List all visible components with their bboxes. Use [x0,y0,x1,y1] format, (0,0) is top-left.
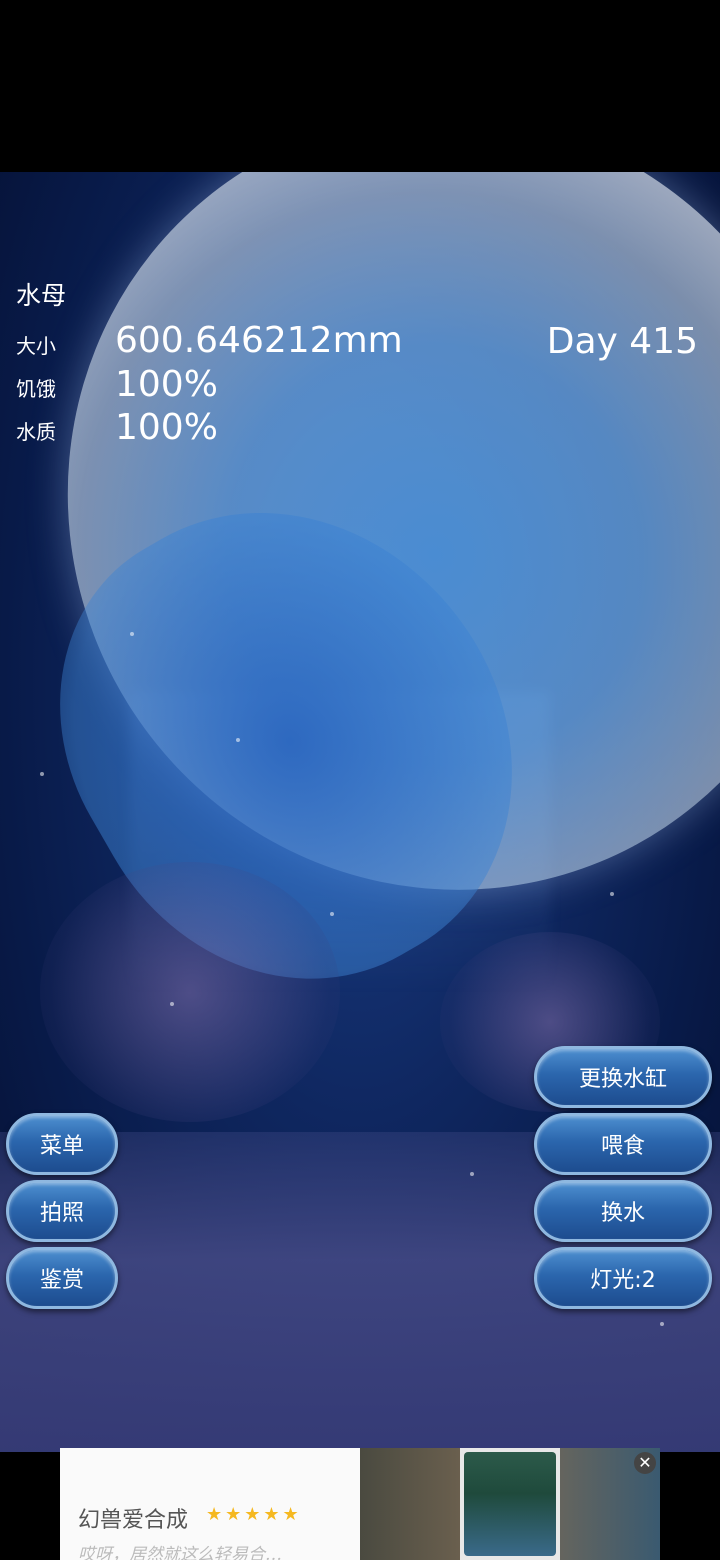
ad-banner[interactable]: 幻兽爱合成 ★★★★★ 哎呀，居然就这么轻易合… ✕ [60,1448,660,1560]
hunger-value: 100% [115,364,218,405]
coral-left [40,862,340,1122]
size-value: 600.646212mm [115,320,403,361]
ad-text-panel[interactable]: 幻兽爱合成 ★★★★★ 哎呀，居然就这么轻易合… [60,1448,360,1560]
day-counter: Day 415 [546,321,698,362]
close-icon[interactable]: ✕ [634,1452,656,1474]
bubble [330,912,334,916]
appreciate-button[interactable]: 鉴赏 [6,1247,118,1309]
pet-name: 水母 [16,281,67,310]
bubble [660,1322,664,1326]
status-bar-area [0,0,720,172]
bubble [236,738,240,742]
ad-title: 幻兽爱合成 [78,1508,189,1533]
ad-image[interactable] [360,1448,660,1560]
hunger-label: 饥饿 [16,377,56,401]
bubble [470,1172,474,1176]
water-quality-label: 水质 [16,420,56,444]
light-button[interactable]: 灯光:2 [534,1247,712,1309]
ad-subtitle: 哎呀，居然就这么轻易合… [78,1545,282,1560]
ad-rating-stars: ★★★★★ [206,1504,302,1525]
change-tank-button[interactable]: 更换水缸 [534,1046,712,1108]
water-quality-value: 100% [115,407,218,448]
bubble [610,892,614,896]
change-water-button[interactable]: 换水 [534,1180,712,1242]
bubble [130,632,134,636]
feed-button[interactable]: 喂食 [534,1113,712,1175]
bubble [40,772,44,776]
size-label: 大小 [16,334,56,358]
menu-button[interactable]: 菜单 [6,1113,118,1175]
bubble [170,1002,174,1006]
ad-game-preview [464,1452,556,1556]
photo-button[interactable]: 拍照 [6,1180,118,1242]
